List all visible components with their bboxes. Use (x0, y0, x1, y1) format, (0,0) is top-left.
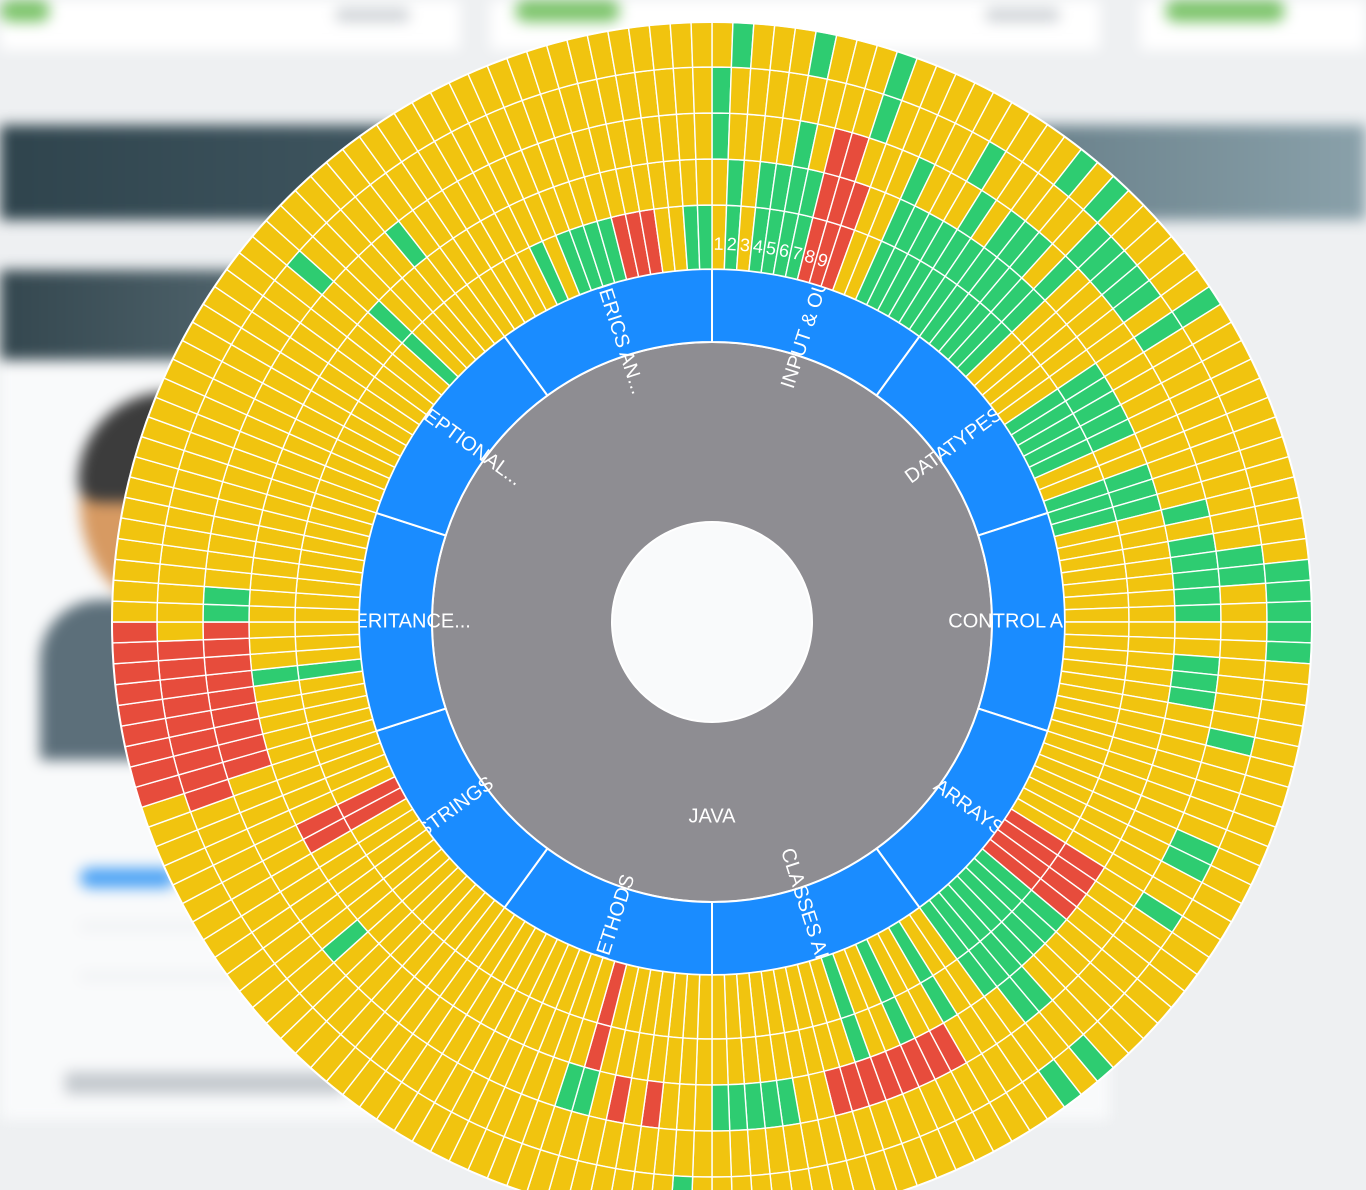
attempt-cell (1265, 600, 1313, 623)
attempt-cell (730, 1174, 753, 1190)
attempt-cell (711, 1129, 733, 1178)
attempt-cell (1263, 558, 1312, 585)
attempt-cell (675, 112, 697, 161)
attempt-cell (156, 621, 205, 643)
attempt-cell (711, 112, 731, 161)
attempt-cell (672, 66, 695, 115)
attempt-cell (678, 158, 699, 207)
attempt-cell (1173, 603, 1222, 623)
question-cell (696, 204, 713, 270)
attempt-cell (648, 22, 675, 71)
attempt-cell (695, 158, 713, 206)
attempt-cell (1127, 588, 1176, 609)
attempt-cell (1265, 621, 1313, 644)
attempt-cell (669, 21, 694, 70)
attempt-cell (1219, 601, 1268, 623)
attempt-cell (111, 579, 160, 604)
attempt-cell (1264, 640, 1313, 665)
attempt-cell (730, 21, 755, 70)
attempt-cell (727, 1083, 749, 1132)
attempt-cell (156, 639, 205, 662)
attempt-cell (711, 21, 734, 69)
attempt-cell (729, 1129, 752, 1178)
attempt-cell (202, 603, 251, 623)
question-number-label: 2 (726, 234, 737, 254)
attempt-cell (1128, 621, 1176, 639)
question-cell (711, 974, 728, 1040)
attempt-cell (1219, 582, 1268, 605)
attempt-cell (711, 66, 733, 115)
attempt-cell (156, 601, 205, 623)
attempt-cell (111, 621, 159, 644)
attempt-cell (1128, 605, 1176, 623)
attempt-cell (111, 640, 160, 665)
attempt-cell (711, 1038, 729, 1086)
attempt-cell (725, 1037, 746, 1086)
attempt-cell (1264, 579, 1313, 604)
attempt-cell (111, 600, 159, 623)
question-cell (294, 621, 360, 638)
sunburst-chart: JAVAINPUT & OUT...DATATYPES A...CONTROL … (111, 21, 1313, 1190)
attempt-cell (711, 1083, 731, 1132)
attempt-cell (1173, 621, 1222, 641)
attempt-cell (691, 66, 713, 115)
attempt-cell (112, 659, 161, 686)
attempt-cell (693, 1083, 713, 1132)
attempt-cell (695, 1038, 713, 1086)
attempt-cell (711, 158, 729, 206)
question-cell (1064, 606, 1130, 623)
attempt-cell (1219, 621, 1268, 643)
attempt-cell (248, 621, 296, 639)
attempt-cell (711, 1175, 733, 1190)
attempt-cell (248, 635, 297, 656)
attempt-cell (202, 621, 251, 641)
attempt-cell (690, 21, 713, 69)
question-number-label: 3 (739, 235, 751, 256)
attempt-cell (691, 1175, 713, 1190)
root-label: JAVA (688, 805, 736, 827)
attempt-cell (691, 1129, 713, 1178)
attempt-cell (248, 605, 296, 623)
attempt-cell (202, 637, 251, 659)
attempt-cell (693, 112, 713, 161)
question-number-label: 1 (713, 234, 723, 254)
attempt-cell (1173, 585, 1222, 607)
